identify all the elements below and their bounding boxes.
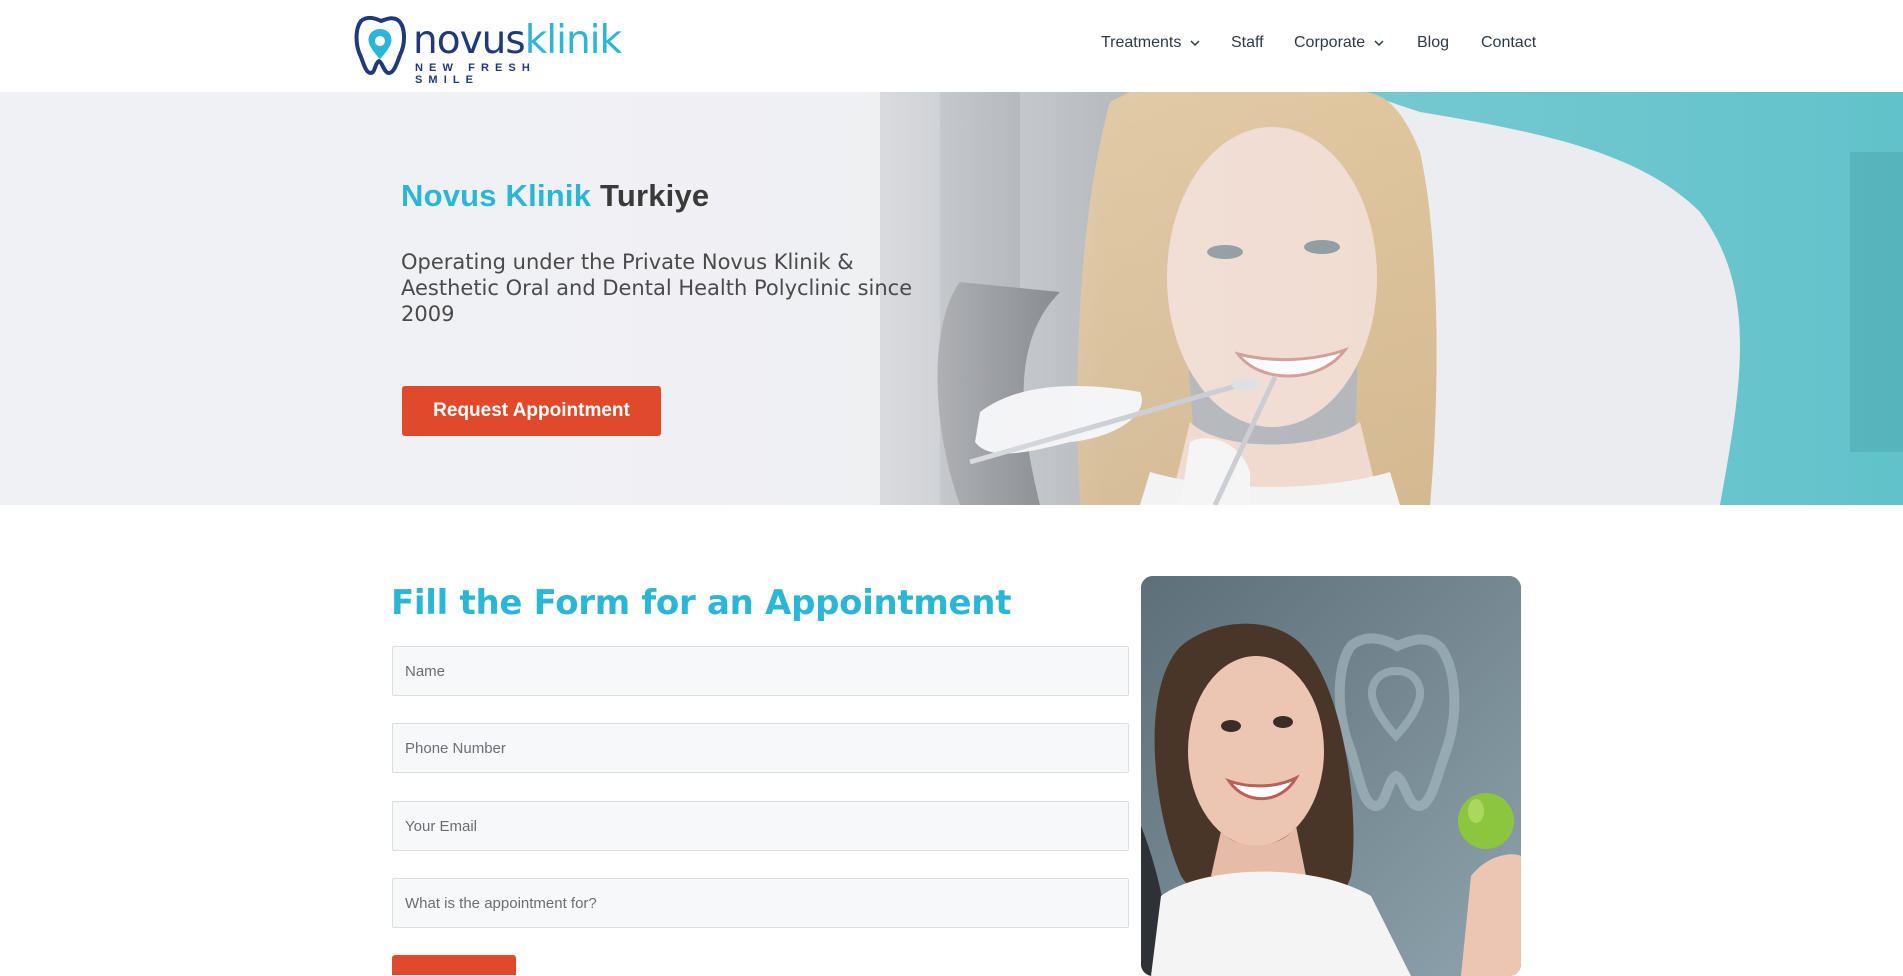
appointment-form-title: Fill the Form for an Appointment (391, 583, 1012, 623)
nav-item-staff[interactable]: Staff (1231, 34, 1264, 52)
nav-item-label: Staff (1231, 34, 1264, 51)
nav-item-corporate[interactable]: Corporate (1294, 34, 1384, 52)
appointment-reason-field[interactable] (392, 878, 1129, 928)
hero-subtitle: Operating under the Private Novus Klinik… (401, 250, 913, 326)
email-field[interactable] (392, 801, 1129, 851)
patient-photo (1141, 576, 1521, 976)
chevron-down-icon (1190, 40, 1200, 47)
nav-item-label: Contact (1481, 34, 1537, 51)
nav-item-treatments[interactable]: Treatments (1101, 34, 1200, 52)
hero-title: Novus Klinik Turkiye (401, 178, 710, 213)
main-nav: Treatments Staff Corporate Blog Contact (0, 34, 1903, 58)
patient-photo-image (1141, 576, 1521, 976)
chevron-down-icon (1374, 40, 1384, 47)
nav-item-label: Corporate (1294, 34, 1366, 51)
nav-item-label: Treatments (1101, 34, 1182, 51)
request-appointment-button[interactable]: Request Appointment (402, 386, 661, 436)
nav-item-contact[interactable]: Contact (1481, 34, 1536, 52)
hero-overlay (0, 92, 1903, 505)
site-header: novusklinik NEW FRESH SMILE Treatments S… (0, 0, 1903, 93)
nav-item-label: Blog (1417, 34, 1450, 51)
name-field[interactable] (392, 646, 1129, 696)
hero-banner: Novus Klinik Turkiye Operating under the… (0, 92, 1903, 505)
logo-tagline: NEW FRESH SMILE (415, 62, 536, 86)
phone-field[interactable] (392, 723, 1129, 773)
nav-item-blog[interactable]: Blog (1417, 34, 1449, 52)
submit-button[interactable] (392, 955, 516, 975)
